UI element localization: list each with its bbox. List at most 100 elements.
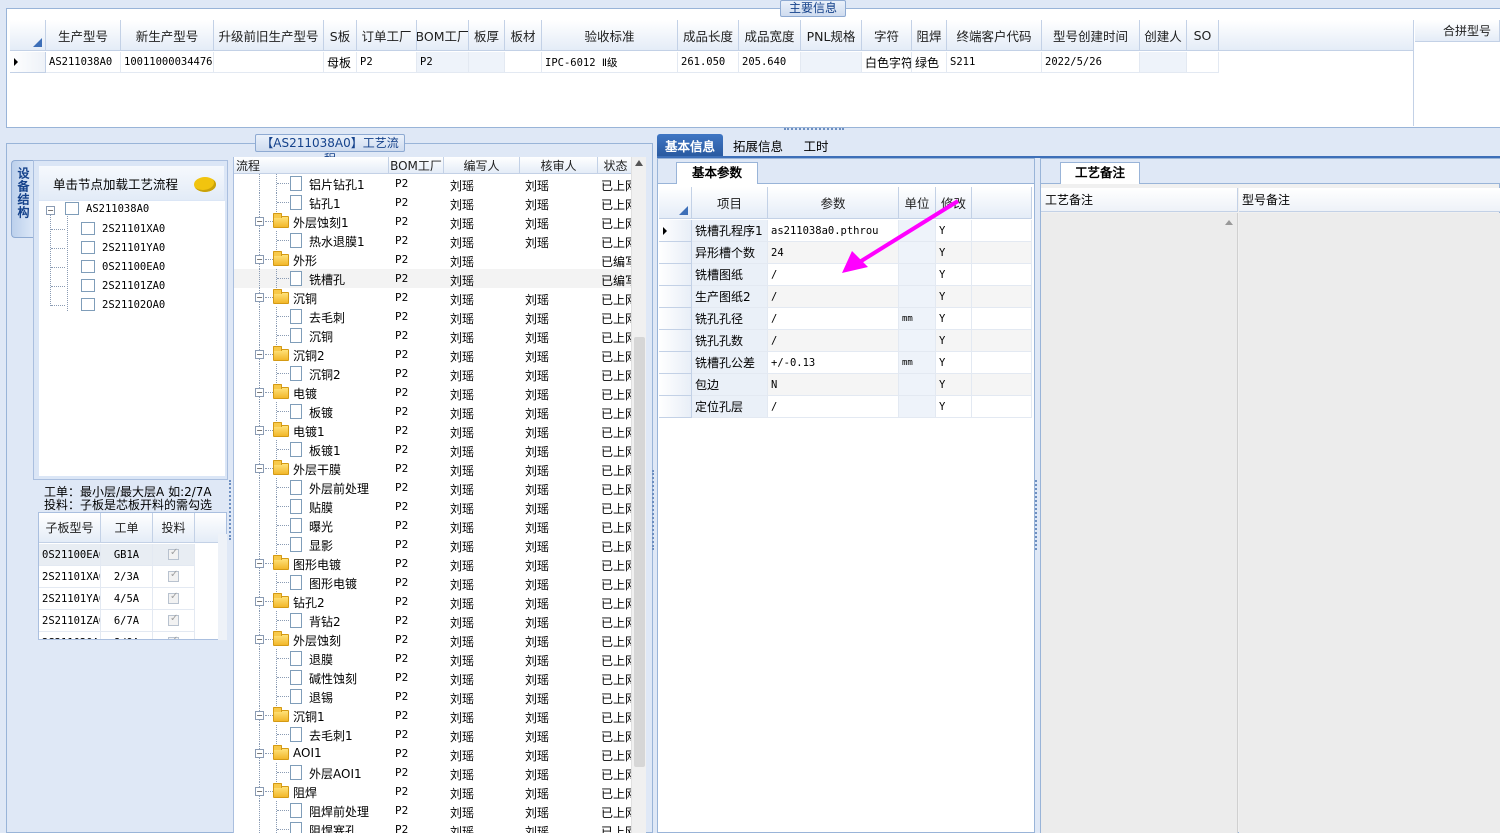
main-cell[interactable] xyxy=(214,52,324,73)
flow-step-row[interactable]: 铣槽孔 P2 刘瑶 已编写 xyxy=(234,269,637,288)
flow-group-row[interactable]: − 电镀1 P2 刘瑶 刘瑶 已上网 xyxy=(234,421,637,440)
feed-checkbox[interactable] xyxy=(168,613,179,626)
param-row-indicator[interactable] xyxy=(659,330,692,352)
collapse-icon[interactable]: − xyxy=(255,711,264,720)
sub-model-cell[interactable]: 2S21101XA0 xyxy=(39,566,101,588)
param-row-indicator[interactable] xyxy=(659,220,692,242)
feed-checkbox[interactable] xyxy=(168,569,179,582)
param-row-indicator[interactable] xyxy=(659,264,692,286)
sub-feed-cell[interactable] xyxy=(153,588,195,610)
splitter-grip-icon[interactable] xyxy=(784,128,844,133)
param-row-indicator[interactable] xyxy=(659,308,692,330)
sub-feed-cell[interactable] xyxy=(153,566,195,588)
sub-model-cell[interactable]: 0S21100EA0 xyxy=(39,544,101,566)
param-value-cell[interactable]: / xyxy=(768,330,899,352)
main-cell[interactable]: IPC-6012 Ⅱ级 xyxy=(542,52,678,73)
remarks-process-textarea[interactable] xyxy=(1041,213,1238,833)
param-row-indicator[interactable] xyxy=(659,286,692,308)
param-modify-cell[interactable]: Y xyxy=(936,286,972,308)
collapse-icon[interactable]: − xyxy=(255,426,264,435)
main-col-header[interactable]: 字符 xyxy=(862,20,912,51)
sub-model-cell[interactable]: 2S21101ZA0 xyxy=(39,610,101,632)
main-info-grid[interactable]: 生产型号 新生产型号 升级前旧生产型号 S板 订单工厂 BOM工厂 板厚 板材 验收标准 成品长度… xyxy=(10,20,1414,126)
flow-step-row[interactable]: 铝片钻孔1 P2 刘瑶 刘瑶 已上网 xyxy=(234,174,637,193)
collapse-icon[interactable]: − xyxy=(255,293,264,302)
param-row-indicator[interactable] xyxy=(659,242,692,264)
main-col-header[interactable]: 新生产型号 xyxy=(121,20,214,51)
side-tab-equipment-structure[interactable]: 设备结构 xyxy=(11,160,33,238)
main-col-header[interactable]: 型号创建时间 xyxy=(1042,20,1140,51)
collapse-icon[interactable]: − xyxy=(255,255,264,264)
flow-step-row[interactable]: 阻焊前处理 P2 刘瑶 刘瑶 已上网 xyxy=(234,801,637,820)
flow-group-row[interactable]: − 沉铜1 P2 刘瑶 刘瑶 已上网 xyxy=(234,706,637,725)
load-flow-button[interactable]: 单击节点加载工艺流程 xyxy=(39,166,224,200)
sub-col-header[interactable]: 投料 xyxy=(153,513,195,543)
flow-step-row[interactable]: 沉铜2 P2 刘瑶 刘瑶 已上网 xyxy=(234,364,637,383)
flow-col-header[interactable]: 核审人 xyxy=(520,157,598,174)
param-item-cell[interactable]: 异形槽个数 xyxy=(692,242,768,264)
sub-order-cell[interactable]: 2/3A xyxy=(101,566,153,588)
main-col-header[interactable]: 创建人 xyxy=(1140,20,1187,51)
tree-node-label[interactable]: 0S21100EA0 xyxy=(102,261,165,273)
flow-step-row[interactable]: 背钻2 P2 刘瑶 刘瑶 已上网 xyxy=(234,611,637,630)
param-modify-cell[interactable]: Y xyxy=(936,330,972,352)
main-cell[interactable]: 261.050 xyxy=(678,52,739,73)
param-col-header[interactable]: 项目 xyxy=(692,187,768,219)
main-col-header[interactable]: BOM工厂 xyxy=(417,20,469,51)
param-item-cell[interactable]: 铣槽图纸 xyxy=(692,264,768,286)
flow-group-row[interactable]: − 外层蚀刻1 P2 刘瑶 刘瑶 已上网 xyxy=(234,212,637,231)
flow-col-header[interactable]: 编写人 xyxy=(444,157,520,174)
main-col-header[interactable]: SO xyxy=(1187,20,1219,51)
collapse-icon[interactable]: − xyxy=(255,635,264,644)
param-value-cell[interactable]: / xyxy=(768,308,899,330)
collapse-icon[interactable]: − xyxy=(255,350,264,359)
feed-checkbox[interactable] xyxy=(168,591,179,604)
main-cell[interactable]: AS211038A0 xyxy=(46,52,121,73)
flow-step-row[interactable]: 板镀 P2 刘瑶 刘瑶 已上网 xyxy=(234,402,637,421)
flow-step-row[interactable]: 退膜 P2 刘瑶 刘瑶 已上网 xyxy=(234,649,637,668)
main-col-header[interactable]: 板材 xyxy=(505,20,542,51)
main-cell[interactable] xyxy=(1140,52,1187,73)
main-col-header[interactable]: 成品长度 xyxy=(678,20,739,51)
sub-feed-cell[interactable] xyxy=(153,632,195,639)
collapse-icon[interactable]: − xyxy=(255,217,264,226)
flow-group-row[interactable]: − 电镀 P2 刘瑶 刘瑶 已上网 xyxy=(234,383,637,402)
main-col-header[interactable]: S板 xyxy=(324,20,357,51)
flow-col-header[interactable]: 流程 xyxy=(234,157,389,174)
flow-group-row[interactable]: − 外层蚀刻 P2 刘瑶 刘瑶 已上网 xyxy=(234,630,637,649)
flow-grid[interactable]: 流程 BOM工厂 编写人 核审人 状态 铝片钻孔1 P2 刘瑶 刘瑶 已上网 钻孔1 P2 刘瑶 刘瑶已… xyxy=(233,157,645,833)
flow-step-row[interactable]: 外层前处理 P2 刘瑶 刘瑶 已上网 xyxy=(234,478,637,497)
param-modify-cell[interactable]: Y xyxy=(936,308,972,330)
sub-order-cell[interactable]: 6/7A xyxy=(101,610,153,632)
flow-step-row[interactable]: 板镀1 P2 刘瑶 刘瑶 已上网 xyxy=(234,440,637,459)
flow-step-row[interactable]: 去毛刺1 P2 刘瑶 刘瑶 已上网 xyxy=(234,725,637,744)
param-unit-cell[interactable] xyxy=(899,396,936,418)
row-indicator[interactable] xyxy=(10,52,46,73)
tree-node-label[interactable]: 2S21102OA0 xyxy=(102,299,165,311)
param-item-cell[interactable]: 铣孔孔数 xyxy=(692,330,768,352)
flow-step-row[interactable]: 去毛刺 P2 刘瑶 刘瑶 已上网 xyxy=(234,307,637,326)
sub-order-cell[interactable]: GB1A xyxy=(101,544,153,566)
flow-group-row[interactable]: − 图形电镀 P2 刘瑶 刘瑶 已上网 xyxy=(234,554,637,573)
flow-step-row[interactable]: 退锡 P2 刘瑶 刘瑶 已上网 xyxy=(234,687,637,706)
collapse-icon[interactable]: − xyxy=(255,597,264,606)
param-item-cell[interactable]: 包边 xyxy=(692,374,768,396)
flow-step-row[interactable]: 曝光 P2 刘瑶 刘瑶 已上网 xyxy=(234,516,637,535)
sub-col-header[interactable]: 子板型号 xyxy=(39,513,101,543)
main-col-header[interactable]: 生产型号 xyxy=(46,20,121,51)
sub-col-header[interactable]: 工单 xyxy=(101,513,153,543)
param-item-cell[interactable]: 铣槽孔程序1 xyxy=(692,220,768,242)
main-cell[interactable]: 2022/5/26 xyxy=(1042,52,1140,73)
flow-scrollbar[interactable] xyxy=(631,157,646,833)
main-cell[interactable] xyxy=(505,52,542,73)
main-cell[interactable]: P2 xyxy=(357,52,417,73)
main-col-header[interactable]: 订单工厂 xyxy=(357,20,417,51)
main-cell[interactable]: P2 xyxy=(417,52,469,73)
main-cell[interactable]: 绿色 xyxy=(912,52,947,73)
param-modify-cell[interactable]: Y xyxy=(936,374,972,396)
main-cell[interactable]: 白色字符 xyxy=(862,52,912,73)
param-modify-cell[interactable]: Y xyxy=(936,352,972,374)
tree-node-label[interactable]: 2S21101YA0 xyxy=(102,242,165,254)
param-item-cell[interactable]: 生产图纸2 xyxy=(692,286,768,308)
feed-checkbox[interactable] xyxy=(168,547,179,560)
